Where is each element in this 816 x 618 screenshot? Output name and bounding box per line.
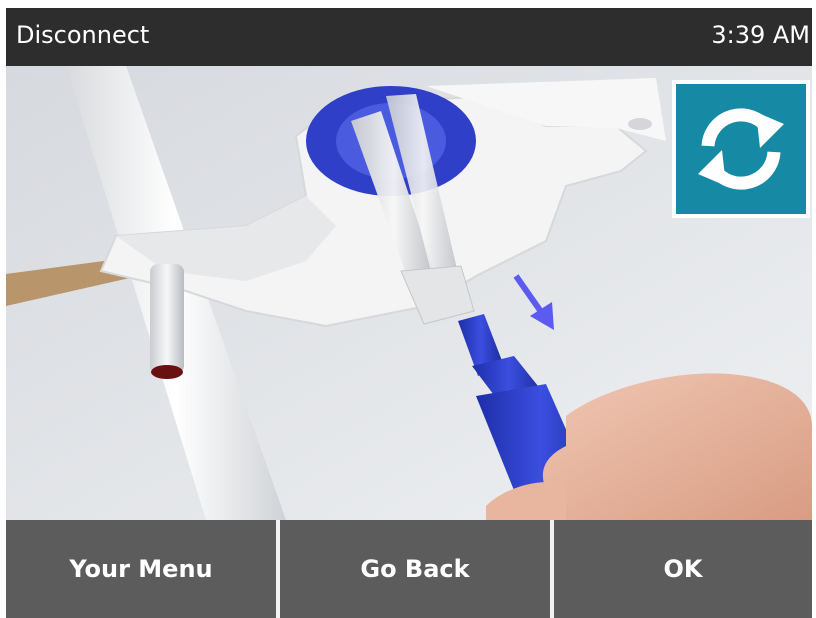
bottom-button-bar: Your Menu Go Back OK xyxy=(6,520,812,618)
replay-icon-bg xyxy=(676,84,806,214)
your-menu-button[interactable]: Your Menu xyxy=(6,520,276,618)
clock: 3:39 AM xyxy=(711,21,810,49)
title-bar: Disconnect 3:39 AM xyxy=(6,8,812,66)
page-title: Disconnect xyxy=(16,21,150,49)
replay-icon xyxy=(698,108,784,190)
left-port-opening xyxy=(151,365,183,379)
holder-slot xyxy=(628,118,652,130)
ok-button[interactable]: OK xyxy=(554,520,812,618)
replay-button[interactable] xyxy=(672,80,810,218)
go-back-button[interactable]: Go Back xyxy=(280,520,550,618)
left-port xyxy=(150,264,184,374)
